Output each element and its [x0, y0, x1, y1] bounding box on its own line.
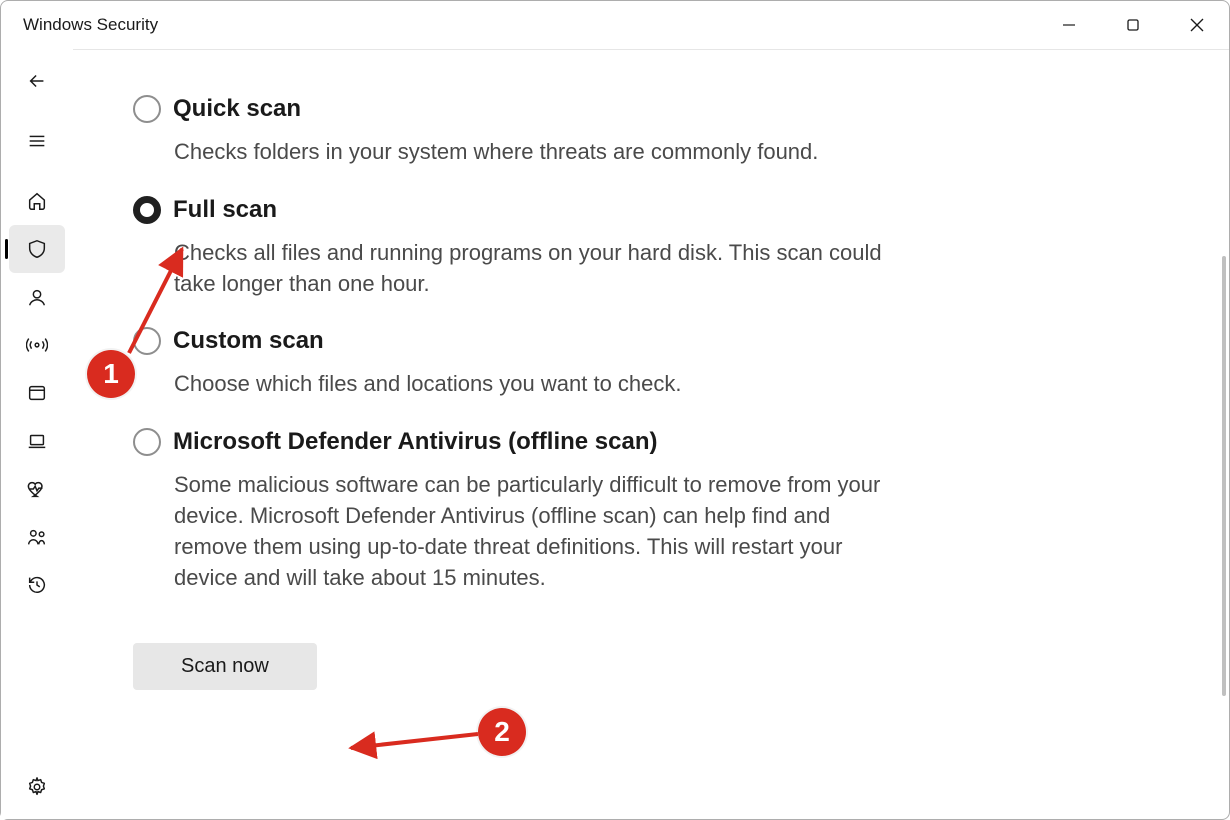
- maximize-button[interactable]: [1101, 1, 1165, 49]
- home-icon: [26, 190, 48, 212]
- window-body: Quick scan Checks folders in your system…: [1, 49, 1229, 819]
- titlebar: Windows Security: [1, 1, 1229, 49]
- nav-firewall[interactable]: [9, 321, 65, 369]
- hamburger-button[interactable]: [9, 117, 65, 165]
- option-title: Microsoft Defender Antivirus (offline sc…: [173, 428, 658, 456]
- window-title: Windows Security: [23, 15, 158, 35]
- nav-virus-protection[interactable]: [9, 225, 65, 273]
- network-icon: [26, 334, 48, 356]
- close-button[interactable]: [1165, 1, 1229, 49]
- scrollbar[interactable]: [1217, 60, 1227, 809]
- option-desc: Checks all files and running programs on…: [133, 238, 893, 300]
- nav-protection-history[interactable]: [9, 561, 65, 609]
- option-desc: Choose which files and locations you wan…: [133, 369, 893, 400]
- nav-settings[interactable]: [9, 763, 65, 811]
- radio-full-scan[interactable]: Full scan: [133, 196, 893, 224]
- nav-family-options[interactable]: [9, 513, 65, 561]
- option-full-scan: Full scan Checks all files and running p…: [133, 196, 893, 300]
- radio-offline-scan[interactable]: Microsoft Defender Antivirus (offline sc…: [133, 428, 893, 456]
- scan-now-button[interactable]: Scan now: [133, 643, 317, 690]
- annotation-badge-1: 1: [87, 350, 135, 398]
- content-area: Quick scan Checks folders in your system…: [73, 49, 1229, 819]
- history-icon: [26, 574, 48, 596]
- radio-icon: [133, 327, 161, 355]
- option-desc: Some malicious software can be particula…: [133, 470, 893, 593]
- nav-device-performance[interactable]: [9, 465, 65, 513]
- option-custom-scan: Custom scan Choose which files and locat…: [133, 327, 893, 400]
- maximize-icon: [1126, 18, 1140, 32]
- account-icon: [26, 286, 48, 308]
- radio-quick-scan[interactable]: Quick scan: [133, 95, 893, 123]
- option-title: Quick scan: [173, 95, 301, 123]
- nav-home[interactable]: [9, 177, 65, 225]
- option-desc: Checks folders in your system where thre…: [133, 137, 893, 168]
- shield-icon: [26, 238, 48, 260]
- annotation-arrow-2: [343, 726, 503, 766]
- heart-pulse-icon: [26, 478, 48, 500]
- app-icon: [26, 382, 48, 404]
- option-title: Custom scan: [173, 327, 324, 355]
- annotation-badge-2: 2: [478, 708, 526, 756]
- gear-icon: [26, 776, 48, 798]
- hamburger-icon: [26, 130, 48, 152]
- option-quick-scan: Quick scan Checks folders in your system…: [133, 95, 893, 168]
- radio-custom-scan[interactable]: Custom scan: [133, 327, 893, 355]
- family-icon: [26, 526, 48, 548]
- nav-device-security[interactable]: [9, 417, 65, 465]
- back-arrow-icon: [26, 70, 48, 92]
- option-title: Full scan: [173, 196, 277, 224]
- radio-icon-selected: [133, 196, 161, 224]
- close-icon: [1189, 17, 1205, 33]
- laptop-icon: [26, 430, 48, 452]
- scrollbar-thumb[interactable]: [1222, 256, 1226, 696]
- minimize-button[interactable]: [1037, 1, 1101, 49]
- sidebar: [1, 49, 73, 819]
- minimize-icon: [1062, 18, 1076, 32]
- radio-icon: [133, 95, 161, 123]
- nav-app-browser[interactable]: [9, 369, 65, 417]
- back-button[interactable]: [9, 57, 65, 105]
- option-offline-scan: Microsoft Defender Antivirus (offline sc…: [133, 428, 893, 593]
- window-controls: [1037, 1, 1229, 49]
- nav-account-protection[interactable]: [9, 273, 65, 321]
- radio-icon: [133, 428, 161, 456]
